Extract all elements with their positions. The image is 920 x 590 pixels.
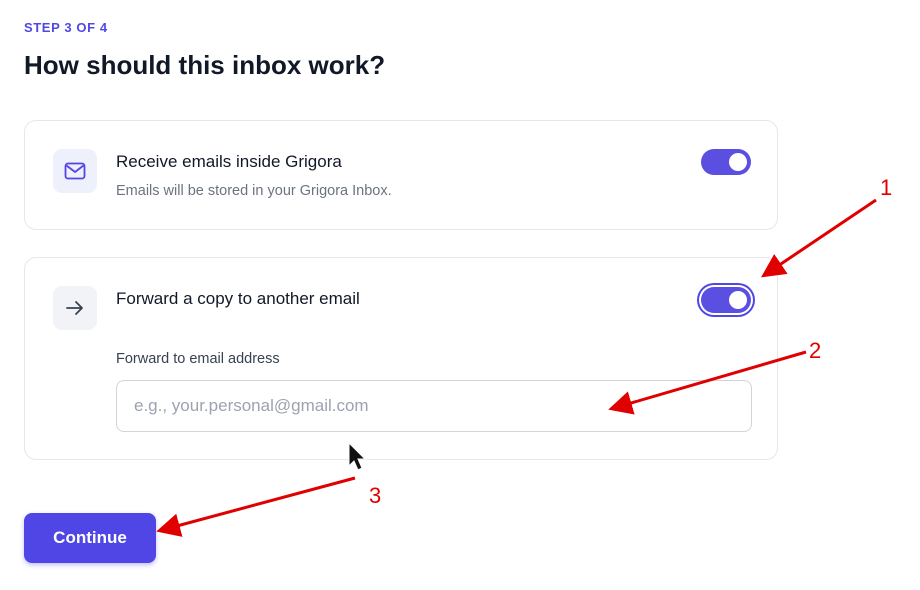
receive-emails-toggle[interactable]	[701, 149, 751, 175]
forward-email-input[interactable]	[116, 380, 752, 432]
annotation-marker-1: 1	[880, 175, 893, 200]
forward-copy-card: Forward a copy to another email Forward …	[24, 257, 778, 460]
toggle-knob	[729, 153, 747, 171]
annotation-arrow-1	[761, 198, 877, 278]
receive-emails-title: Receive emails inside Grigora	[116, 152, 342, 171]
forward-copy-toggle[interactable]	[701, 287, 751, 313]
continue-button[interactable]: Continue	[24, 513, 156, 563]
annotation-marker-2: 2	[809, 338, 822, 363]
annotation-arrow-3	[156, 476, 356, 537]
receive-emails-description: Emails will be stored in your Grigora In…	[116, 183, 392, 199]
forward-email-label: Forward to email address	[116, 351, 280, 367]
step-indicator: STEP 3 OF 4	[24, 20, 108, 35]
page-title: How should this inbox work?	[24, 50, 386, 80]
annotation-marker-3: 3	[369, 483, 382, 508]
toggle-knob	[729, 291, 747, 309]
receive-emails-card: Receive emails inside Grigora Emails wil…	[24, 120, 778, 230]
mail-icon	[53, 149, 97, 193]
arrow-right-icon	[53, 286, 97, 330]
forward-copy-title: Forward a copy to another email	[116, 289, 360, 308]
